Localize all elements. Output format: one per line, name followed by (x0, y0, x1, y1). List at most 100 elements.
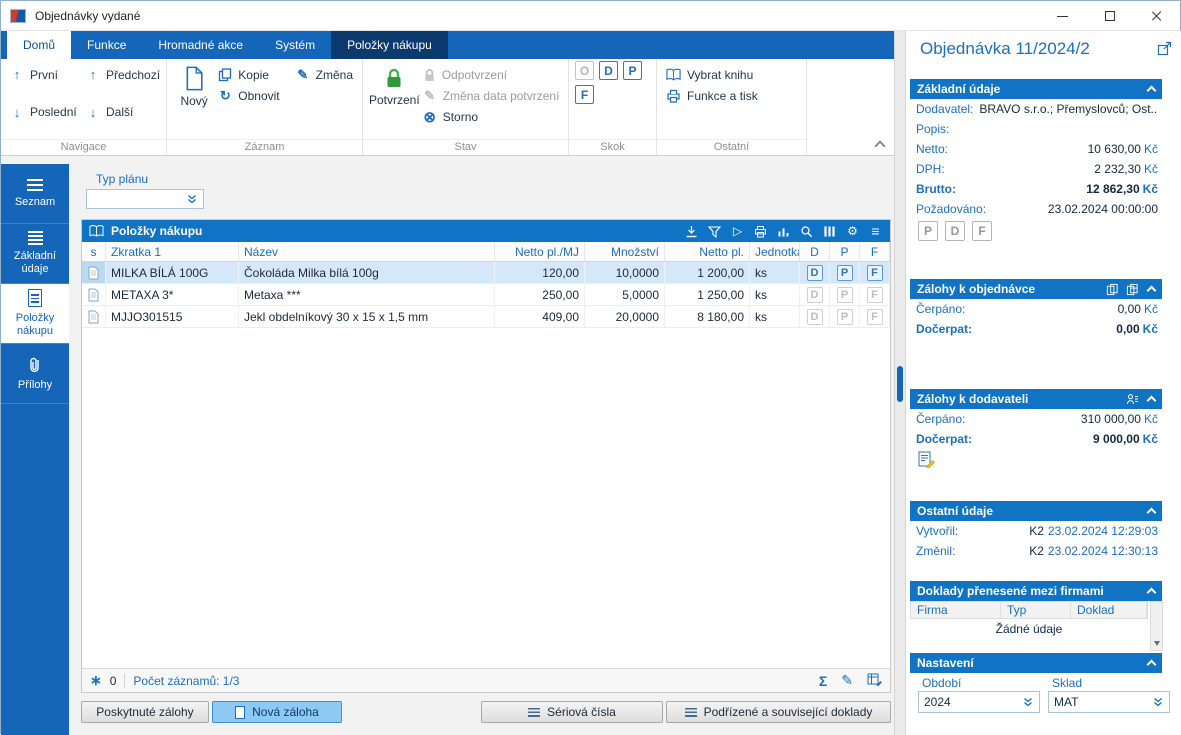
sidebar-item-seznam[interactable]: Seznam (1, 164, 69, 224)
tab-polozky-nakupu[interactable]: Položky nákupu (331, 31, 448, 59)
button-label: Podřízené a související doklady (703, 705, 873, 719)
new-advance-button[interactable]: Nová záloha (212, 701, 342, 723)
export-icon[interactable] (684, 224, 699, 239)
column-header-netto-mj[interactable]: Netto pl./MJ (495, 242, 585, 261)
status-badge: 0 (109, 673, 117, 688)
ribbon-group-navigace: ↑ První ↑ Předchozí ↓ Poslední ↓ Další Navig… (1, 59, 167, 155)
doklady-table-header: Firma Typ Doklad (910, 601, 1148, 619)
table-row[interactable]: MJJO301515 Jekl obdelníkový 30 x 15 x 1,… (82, 306, 890, 328)
column-header-typ[interactable]: Typ (1001, 602, 1071, 618)
column-header-jednotka[interactable]: Jednotka (750, 242, 800, 261)
tab-funkce[interactable]: Funkce (71, 31, 142, 59)
column-header-zkratka[interactable]: Zkratka 1 (106, 242, 239, 261)
column-header-firma[interactable]: Firma (911, 602, 1001, 618)
collapse-icon (1146, 507, 1157, 518)
column-header-mnozstvi[interactable]: Množství (585, 242, 665, 261)
jump-f-button[interactable]: F (575, 85, 594, 104)
sidebar-item-prilohy[interactable]: Přílohy (1, 344, 69, 404)
splitter-handle[interactable] (897, 366, 903, 402)
flag-d: D (806, 264, 823, 281)
section-header-zalohy-dodavateli[interactable]: Zálohy k dodavateli (910, 389, 1162, 409)
open-book-icon (89, 225, 104, 237)
change-confirm-date-button[interactable]: ✎ Změna data potvrzení (420, 85, 563, 106)
column-header-f[interactable]: F (860, 242, 890, 261)
serial-numbers-button[interactable]: Sériová čísla (481, 701, 663, 723)
field-label: Popis: (916, 122, 950, 136)
confirm-button[interactable]: Potvrzení (369, 64, 420, 139)
close-button[interactable] (1133, 1, 1180, 31)
tab-domu[interactable]: Domů (7, 31, 72, 59)
panel-title: Objednávka 11/2024/2 (920, 39, 1090, 58)
new-button[interactable]: Nový (173, 64, 215, 139)
minimize-button[interactable] (1039, 1, 1086, 31)
column-header-doklad[interactable]: Doklad (1071, 602, 1147, 618)
flag-p-button[interactable]: P (918, 221, 938, 241)
columns-icon[interactable] (822, 224, 837, 239)
chevron-down-icon (188, 194, 196, 204)
section-header-doklady[interactable]: Doklady přenesené mezi firmami (910, 581, 1162, 601)
section-header-ostatni-udaje[interactable]: Ostatní údaje (910, 501, 1162, 521)
cancel-circle-icon: ⊗ (423, 108, 436, 126)
advance-note-icon[interactable] (918, 451, 935, 471)
copy-button[interactable]: Kopie (215, 64, 282, 85)
tab-hromadne-akce[interactable]: Hromadné akce (142, 31, 259, 59)
jump-o-button[interactable]: O (575, 61, 594, 80)
section-header-zakladni-udaje[interactable]: Základní údaje (910, 79, 1162, 99)
search-icon[interactable] (799, 224, 814, 239)
window-controls (1039, 1, 1180, 31)
print-icon[interactable] (753, 224, 768, 239)
filter-edit-icon[interactable] (707, 224, 722, 239)
last-button[interactable]: ↓ Poslední (7, 102, 83, 123)
asterisk-icon[interactable]: ∗ (90, 672, 102, 689)
doklady-scrollbar[interactable] (1150, 601, 1163, 651)
section-header-zalohy-objednavce[interactable]: Zálohy k objednávce (910, 279, 1162, 299)
first-button[interactable]: ↑ První (7, 64, 83, 85)
grid-statusbar: ∗ 0 Počet záznamů: 1/3 Σ ✎ (82, 668, 890, 692)
sidebar-item-zakladni-udaje[interactable]: Základní údaje (1, 224, 69, 284)
sidebar-item-polozky-nakupu[interactable]: Položky nákupu (1, 284, 69, 344)
storno-button[interactable]: ⊗ Storno (420, 106, 563, 127)
jump-p-button[interactable]: P (623, 61, 642, 80)
currency-text: Kč (1143, 412, 1158, 426)
table-edit-icon[interactable] (867, 672, 882, 689)
button-label: Sériová čísla (547, 705, 616, 719)
provided-advances-button[interactable]: Poskytnuté zálohy (81, 701, 209, 723)
obdobi-select[interactable]: 2024 (918, 691, 1040, 713)
column-header-p[interactable]: P (830, 242, 860, 261)
flag-d-button[interactable]: D (945, 221, 965, 241)
change-button[interactable]: ✎ Změna (293, 64, 356, 85)
unconfirm-button[interactable]: Odpotvrzení (420, 64, 563, 85)
ribbon-collapse-icon[interactable] (874, 140, 886, 152)
refresh-button[interactable]: ↻ Obnovit (215, 85, 282, 106)
sklad-select[interactable]: MAT (1048, 691, 1170, 713)
tab-label: Domů (23, 38, 56, 52)
table-row[interactable]: MILKA BÍLÁ 100G Čokoláda Milka bílá 100g… (82, 262, 890, 284)
value-text: 2 232,30 (1094, 162, 1141, 176)
panel-splitter[interactable] (894, 31, 906, 735)
select-book-button[interactable]: Vybrat knihu (663, 64, 800, 85)
column-header-nazev[interactable]: Název (239, 242, 495, 261)
column-header-s[interactable]: s (82, 242, 106, 261)
table-row[interactable]: METAXA 3* Metaxa *** 250,00 5,0000 1 250… (82, 284, 890, 306)
menu-icon[interactable]: ≡ (868, 223, 883, 239)
jump-d-button[interactable]: D (599, 61, 618, 80)
functions-print-button[interactable]: Funkce a tisk (663, 85, 800, 106)
subordinate-documents-button[interactable]: Podřízené a související doklady (666, 701, 891, 723)
section-header-nastaveni[interactable]: Nastavení (910, 653, 1162, 673)
field-value: 12 862,30 Kč (1086, 182, 1158, 196)
maximize-button[interactable] (1086, 1, 1133, 31)
open-in-window-icon[interactable] (1157, 41, 1172, 59)
column-header-netto[interactable]: Netto pl. (665, 242, 750, 261)
tab-system[interactable]: Systém (259, 31, 331, 59)
datetime-text: 23.02.2024 12:29:03 (1047, 524, 1158, 538)
typ-planu-select[interactable] (86, 189, 204, 209)
edit-icon[interactable]: ✎ (841, 672, 853, 689)
previous-button[interactable]: ↑ Předchozí (83, 64, 169, 85)
sum-icon[interactable]: Σ (819, 673, 827, 689)
run-icon[interactable]: ▷ (730, 224, 745, 239)
settings-icon[interactable]: ⚙ (845, 224, 860, 239)
column-header-d[interactable]: D (800, 242, 830, 261)
chart-icon[interactable] (776, 224, 791, 239)
flag-f-button[interactable]: F (972, 221, 992, 241)
next-button[interactable]: ↓ Další (83, 102, 169, 123)
